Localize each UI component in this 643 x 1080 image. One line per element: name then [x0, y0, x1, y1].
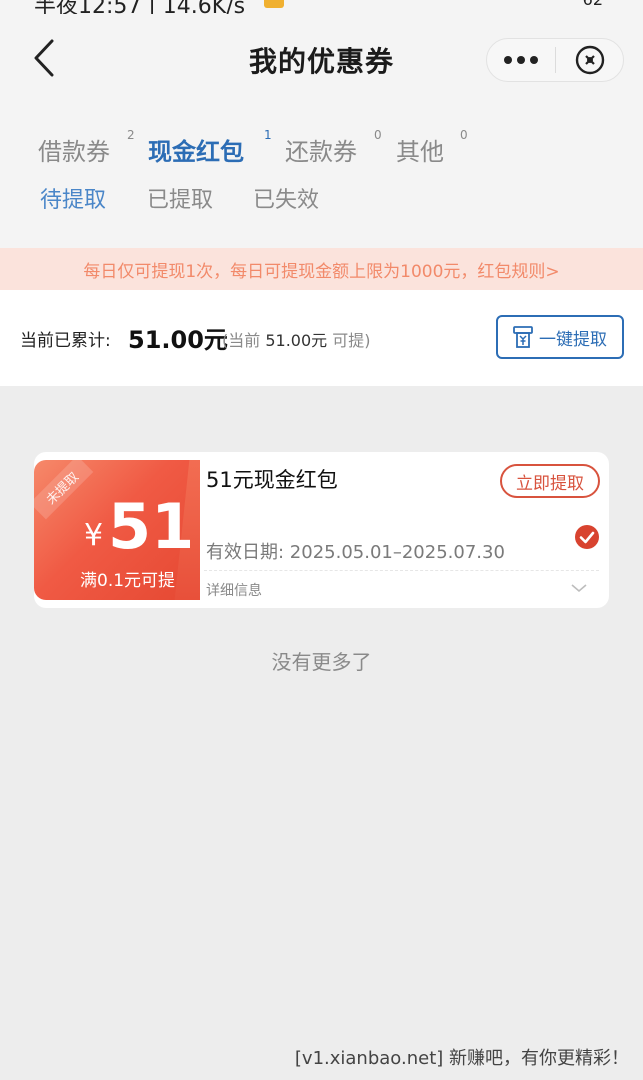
chevron-down-icon[interactable]: [570, 582, 588, 594]
coupon-condition: 满0.1元可提: [80, 571, 176, 591]
coupon-status-ribbon: 未提取: [34, 460, 94, 520]
watermark: [v1.xianbao.net] 新赚吧，有你更精彩！: [294, 1048, 629, 1069]
claim-now-label: 立即提取: [516, 473, 584, 494]
withdraw-all-label: 一键提取: [539, 329, 607, 350]
subtab-expired[interactable]: 已失效: [253, 182, 319, 214]
tab-other-count: 0: [460, 128, 468, 142]
notice-text: 每日仅可提现1次，每日可提现金额上限为1000元，红包规则>: [83, 261, 560, 282]
close-circle-icon: [575, 45, 604, 75]
more-dots-icon: [504, 56, 538, 64]
balance-amount: 51.00元: [128, 326, 228, 354]
miniapp-capsule: [486, 38, 624, 82]
no-more-text: 没有更多了: [271, 650, 372, 674]
header: 我的优惠券: [0, 14, 643, 106]
tab-repay-coupon[interactable]: 还款券: [285, 132, 357, 167]
more-button[interactable]: [487, 38, 555, 82]
withdraw-yen-icon: [513, 326, 533, 348]
tab-cash-redpacket[interactable]: 现金红包: [148, 132, 244, 167]
coupon-title: 51元现金红包: [206, 468, 338, 492]
coupon-amount: 51: [108, 490, 195, 563]
coupon-currency: ¥: [84, 518, 104, 553]
card-divider: [204, 570, 599, 571]
close-button[interactable]: [556, 38, 623, 82]
coupon-tabs: 借款券 2 现金红包 1 还款券 0 其他 0 待提取 已提取 已失效: [0, 106, 643, 248]
notification-icon: [264, 0, 284, 8]
balance-available-prefix: (当前: [222, 331, 261, 350]
tab-loan-coupon-count: 2: [127, 128, 135, 142]
tab-repay-coupon-count: 0: [374, 128, 382, 142]
coupon-detail-toggle[interactable]: 详细信息: [206, 580, 262, 600]
tab-other[interactable]: 其他: [396, 132, 444, 167]
balance-available: (当前 51.00元 可提): [222, 327, 371, 351]
status-bar: 半夜12:57 | 14.6K/s 62: [0, 0, 643, 14]
withdraw-rules-notice[interactable]: 每日仅可提现1次，每日可提现金额上限为1000元，红包规则>: [0, 248, 643, 290]
withdraw-all-button[interactable]: 一键提取: [496, 315, 624, 359]
battery-level: 62: [583, 0, 603, 9]
balance-available-suffix: 可提): [332, 331, 371, 350]
claim-now-button[interactable]: 立即提取: [500, 464, 600, 498]
check-circle-icon[interactable]: [574, 524, 600, 550]
balance-row: 当前已累计: 51.00元 (当前 51.00元 可提) 一键提取: [0, 290, 643, 386]
balance-available-amount: 51.00元: [265, 331, 328, 350]
subtab-pending[interactable]: 待提取: [40, 182, 106, 214]
coupon-validity: 有效日期: 2025.05.01–2025.07.30: [206, 542, 505, 563]
coupon-amount-panel: 未提取 ¥ 51 满0.1元可提: [34, 460, 200, 600]
coupon-card[interactable]: 未提取 ¥ 51 满0.1元可提 51元现金红包 立即提取 有效日期: 2025…: [34, 452, 609, 608]
balance-label: 当前已累计:: [20, 331, 111, 351]
tab-loan-coupon[interactable]: 借款券: [38, 132, 110, 167]
status-time: 半夜12:57 | 14.6K/s: [34, 0, 246, 14]
tab-cash-redpacket-count: 1: [264, 128, 272, 142]
subtab-withdrawn[interactable]: 已提取: [147, 182, 213, 214]
